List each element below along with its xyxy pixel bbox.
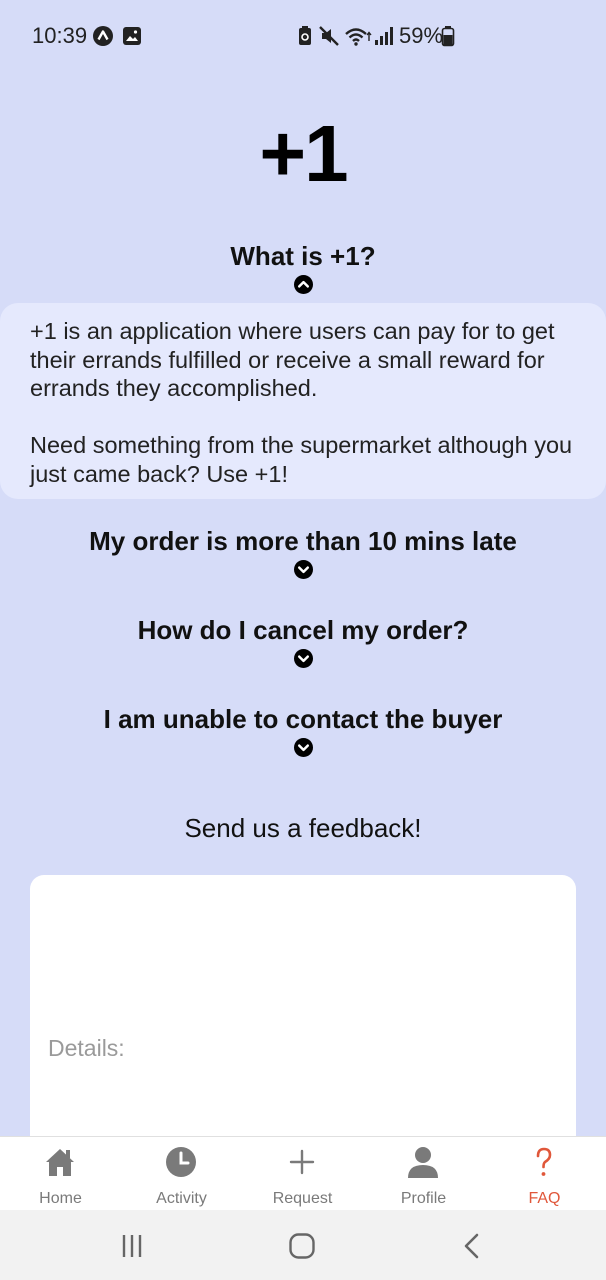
person-icon <box>408 1147 438 1178</box>
details-input[interactable] <box>48 1035 528 1062</box>
faq-question-cancel-order[interactable]: How do I cancel my order? <box>0 615 606 646</box>
back-icon[interactable] <box>457 1232 487 1260</box>
signal-icon <box>375 27 393 45</box>
nav-label-activity: Activity <box>156 1190 207 1207</box>
home-button-icon[interactable] <box>287 1232 317 1260</box>
chevron-up-icon[interactable] <box>294 275 313 294</box>
faq-question-contact-buyer[interactable]: I am unable to contact the buyer <box>0 704 606 735</box>
chevron-down-icon[interactable] <box>294 738 313 757</box>
gallery-notification-icon <box>123 27 141 45</box>
chevron-down-icon[interactable] <box>294 560 313 579</box>
battery-saver-icon <box>299 26 311 45</box>
feedback-title: Send us a feedback! <box>184 813 422 843</box>
nav-item-faq[interactable]: FAQ <box>484 1137 605 1211</box>
bottom-nav: Home Activity Request Profile FAQ <box>0 1136 606 1210</box>
faq-question-order-late[interactable]: My order is more than 10 mins late <box>0 526 606 557</box>
plus-icon <box>289 1149 315 1175</box>
nav-item-request[interactable]: Request <box>242 1137 363 1211</box>
nav-item-profile[interactable]: Profile <box>363 1137 484 1211</box>
nav-label-profile: Profile <box>400 1190 447 1207</box>
feedback-card[interactable] <box>30 875 576 1175</box>
app-notification-icon <box>93 26 113 46</box>
clock-icon <box>166 1147 196 1177</box>
chevron-down-icon[interactable] <box>294 649 313 668</box>
wifi-icon <box>345 28 372 46</box>
faq-answer-what-is: +1 is an application where users can pay… <box>0 303 606 499</box>
faq-question-what-is[interactable]: What is +1? <box>0 241 606 272</box>
nav-label-faq: FAQ <box>528 1190 561 1207</box>
status-time: 10:39 <box>32 23 88 48</box>
status-bar: 10:39 59% <box>0 0 606 72</box>
answer-paragraph: Need something from the supermarket alth… <box>30 432 573 487</box>
nav-item-activity[interactable]: Activity <box>121 1137 242 1211</box>
battery-icon <box>441 26 455 47</box>
nav-item-home[interactable]: Home <box>0 1137 121 1211</box>
app-title: +1 <box>259 109 348 198</box>
battery-percent: 59% <box>399 23 444 48</box>
answer-paragraph: +1 is an application where users can pay… <box>30 318 555 402</box>
nav-label-home: Home <box>39 1190 82 1207</box>
recent-apps-icon[interactable] <box>117 1232 147 1260</box>
mute-icon <box>319 26 339 46</box>
home-icon <box>46 1149 74 1176</box>
faq-screen: 10:39 59% +1 What is +1? +1 is an applic… <box>0 0 606 1280</box>
question-icon <box>536 1147 552 1176</box>
nav-label-request: Request <box>272 1190 333 1207</box>
system-nav-bar <box>0 1210 606 1280</box>
